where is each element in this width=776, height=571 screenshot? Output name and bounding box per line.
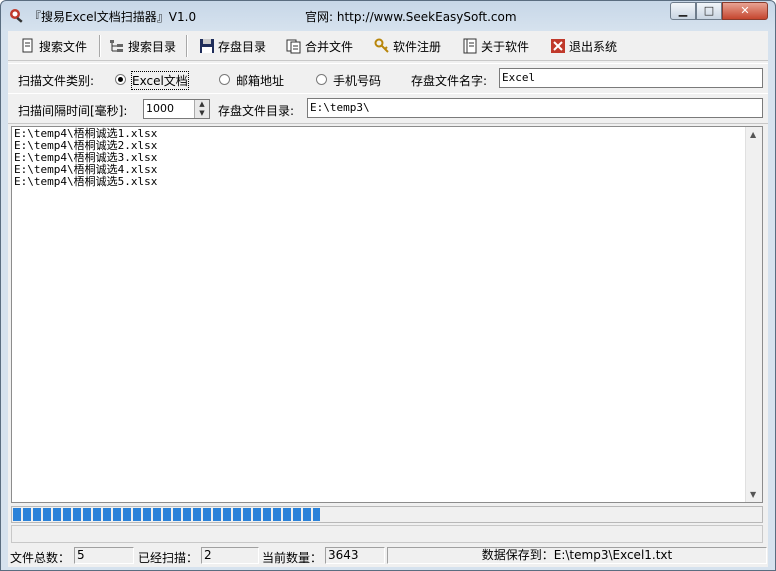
save-dir-label: 存盘文件目录: xyxy=(218,104,295,118)
radio-excel-label[interactable]: Excel文档 xyxy=(131,71,189,90)
interval-label: 扫描间隔时间[毫秒]: xyxy=(18,104,128,118)
website-text: 官网: http://www.SeekEasySoft.com xyxy=(305,10,517,24)
save-directory-button[interactable]: 存盘目录 xyxy=(199,35,266,57)
status-bar: 文件总数： 5 已经扫描： 2 当前数量： 3643 数据保存到：E:\temp… xyxy=(8,545,768,565)
folder-tree-icon xyxy=(109,38,125,54)
merge-files-label: 合并文件 xyxy=(305,39,354,54)
total-files-label: 文件总数： xyxy=(10,551,71,565)
saved-to-text: 数据保存到：E:\temp3\Excel1.txt xyxy=(387,547,767,564)
app-window: 『搜易Excel文档扫描器』V1.0 官网: http://www.SeekEa… xyxy=(0,0,776,571)
radio-email[interactable] xyxy=(219,74,230,85)
close-button[interactable]: ✕ xyxy=(722,2,768,20)
total-files-value: 5 xyxy=(74,547,134,564)
radio-phone-label[interactable]: 手机号码 xyxy=(333,72,381,89)
options-row-type: 扫描文件类别: Excel文档 邮箱地址 手机号码 存盘文件名字: Excel xyxy=(8,63,768,94)
merge-files-icon xyxy=(286,38,302,54)
current-count-value: 3643 xyxy=(325,547,385,564)
category-label: 扫描文件类别: xyxy=(18,74,95,88)
log-line: E:\temp4\梧桐诚选5.xlsx xyxy=(14,175,158,188)
search-files-label: 搜索文件 xyxy=(39,39,88,54)
save-dir-input[interactable]: E:\temp3\ xyxy=(307,98,763,118)
interval-input[interactable]: 1000 ▲ ▼ xyxy=(143,99,210,119)
floppy-disk-icon xyxy=(199,38,215,54)
about-software-button[interactable]: 关于软件 xyxy=(462,35,529,57)
radio-phone[interactable] xyxy=(316,74,327,85)
toolbar-separator xyxy=(186,35,188,57)
toolbar: 搜索文件 搜索目录 存盘目录 合并文件 软件注册 关于软件 退出系统 xyxy=(8,32,768,61)
about-software-label: 关于软件 xyxy=(481,39,530,54)
scroll-down-arrow-icon[interactable]: ▼ xyxy=(750,490,756,499)
app-logo-icon xyxy=(9,7,25,23)
scanned-label: 已经扫描： xyxy=(138,551,199,565)
progress-bar xyxy=(11,506,763,523)
scanned-value: 2 xyxy=(201,547,259,564)
merge-files-button[interactable]: 合并文件 xyxy=(286,35,353,57)
spin-down-button[interactable]: ▼ xyxy=(194,109,209,118)
blank-panel xyxy=(11,525,763,543)
book-icon xyxy=(462,38,478,54)
search-directory-label: 搜索目录 xyxy=(128,39,177,54)
progress-fill xyxy=(13,508,320,521)
log-scrollbar[interactable]: ▲ ▼ xyxy=(745,127,762,502)
title-bar[interactable]: 『搜易Excel文档扫描器』V1.0 官网: http://www.SeekEa… xyxy=(1,1,775,31)
spin-up-button[interactable]: ▲ xyxy=(194,100,209,109)
window-title: 『搜易Excel文档扫描器』V1.0 xyxy=(29,10,197,24)
options-row-interval: 扫描间隔时间[毫秒]: 1000 ▲ ▼ 存盘文件目录: E:\temp3\ xyxy=(8,93,768,124)
save-name-label: 存盘文件名字: xyxy=(411,74,488,88)
register-software-button[interactable]: 软件注册 xyxy=(374,35,441,57)
toolbar-separator xyxy=(99,35,101,57)
radio-excel[interactable] xyxy=(115,74,126,85)
register-software-label: 软件注册 xyxy=(393,39,442,54)
search-directory-button[interactable]: 搜索目录 xyxy=(109,35,176,57)
main-panel: 搜索文件 搜索目录 存盘目录 合并文件 软件注册 关于软件 退出系统 扫描文件类… xyxy=(8,31,768,567)
save-name-input[interactable]: Excel xyxy=(499,68,763,88)
exit-system-label: 退出系统 xyxy=(569,39,618,54)
search-files-button[interactable]: 搜索文件 xyxy=(20,35,87,57)
current-count-label: 当前数量： xyxy=(262,551,323,565)
exit-system-button[interactable]: 退出系统 xyxy=(550,35,617,57)
file-search-icon xyxy=(20,38,36,54)
key-icon xyxy=(374,38,390,54)
radio-email-label[interactable]: 邮箱地址 xyxy=(236,72,284,89)
scroll-up-arrow-icon[interactable]: ▲ xyxy=(750,130,756,139)
minimize-button[interactable]: ▁ xyxy=(670,2,696,20)
exit-icon xyxy=(550,38,566,54)
maximize-button[interactable]: □ xyxy=(696,2,722,20)
log-lines: E:\temp4\梧桐诚选1.xlsx E:\temp4\梧桐诚选2.xlsx … xyxy=(14,128,744,188)
interval-value: 1000 xyxy=(146,102,174,115)
save-directory-label: 存盘目录 xyxy=(218,39,267,54)
result-log[interactable]: E:\temp4\梧桐诚选1.xlsx E:\temp4\梧桐诚选2.xlsx … xyxy=(11,126,763,503)
